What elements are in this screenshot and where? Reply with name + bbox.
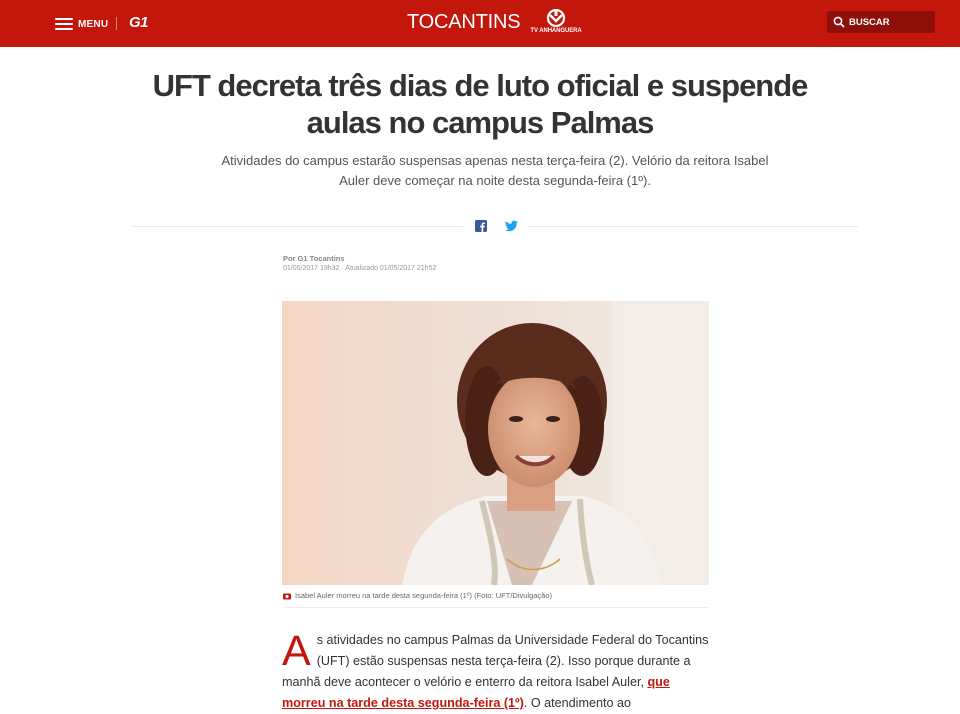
menu-label: MENU: [78, 18, 109, 30]
article-body: As atividades no campus Palmas da Univer…: [282, 630, 712, 714]
body-text-part2: . O atendimento ao: [523, 696, 631, 710]
caption-divider: [282, 607, 709, 608]
byline: Por G1 Tocantins: [283, 254, 345, 263]
photo-caption: Isabel Auler morreu na tarde desta segun…: [283, 591, 552, 600]
hamburger-icon: [55, 18, 73, 30]
header-divider: [116, 17, 117, 30]
affiliate-logo[interactable]: TV ANHANGUERA: [529, 9, 583, 37]
region-title[interactable]: TOCANTINS: [407, 11, 521, 34]
search-icon: [833, 16, 845, 28]
tv-anhanguera-icon: [546, 9, 566, 27]
article-subtitle: Atividades do campus estarão suspensas a…: [221, 153, 769, 188]
body-text-part1: s atividades no campus Palmas da Univers…: [282, 633, 709, 689]
share-divider-right: [528, 226, 858, 227]
share-divider-left: [133, 226, 463, 227]
twitter-icon[interactable]: [505, 220, 518, 232]
dropcap: A: [282, 627, 311, 675]
caption-text: Isabel Auler morreu na tarde desta segun…: [295, 591, 553, 600]
portrait-image: [282, 301, 709, 585]
menu-button[interactable]: MENU: [55, 15, 108, 33]
affiliate-name: TV ANHANGUERA: [530, 28, 582, 34]
search-label: BUSCAR: [849, 16, 890, 28]
article-photo[interactable]: [282, 301, 709, 585]
facebook-icon[interactable]: [475, 220, 487, 232]
camera-icon: [283, 593, 291, 599]
top-bar: MENU G1 TOCANTINS TV ANHANGUERA BUSCAR: [0, 0, 960, 47]
publish-dates: 01/05/2017 19h32 · Atualizado 01/05/2017…: [283, 265, 437, 272]
g1-logo[interactable]: G1: [129, 14, 149, 31]
article-title: UFT decreta três dias de luto oficial e …: [152, 68, 809, 140]
search-button[interactable]: BUSCAR: [827, 11, 935, 33]
